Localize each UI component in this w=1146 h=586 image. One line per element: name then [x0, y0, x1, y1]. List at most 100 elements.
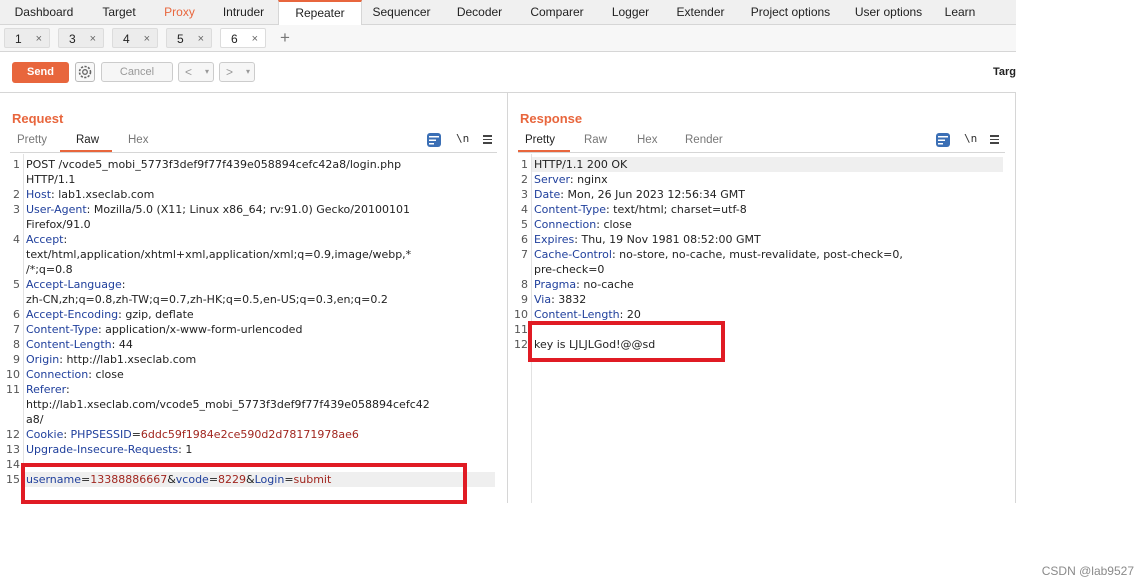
- menu-tab-decoder[interactable]: Decoder: [443, 0, 516, 24]
- header-name: Cache-Control: [534, 248, 612, 261]
- settings-gear-icon[interactable]: [75, 62, 95, 82]
- close-tab-icon[interactable]: ×: [90, 29, 96, 49]
- response-tab-render[interactable]: Render: [685, 134, 723, 146]
- close-tab-icon[interactable]: ×: [36, 29, 42, 49]
- text-segment: : http://lab1.xseclab.com: [59, 353, 197, 366]
- line-number: 10: [6, 368, 20, 381]
- tab-divider: [10, 152, 497, 153]
- header-name: Accept: [26, 233, 64, 246]
- editor-line: 13 Upgrade-Insecure-Requests: 1: [0, 442, 507, 457]
- menu-tab-extender[interactable]: Extender: [663, 0, 738, 24]
- request-tab-raw[interactable]: Raw: [76, 134, 99, 146]
- editor-line: 9 Origin: http://lab1.xseclab.com: [0, 352, 507, 367]
- add-tab-button[interactable]: +: [280, 29, 290, 47]
- response-title: Response: [520, 111, 583, 126]
- repeater-tab-3[interactable]: 3 ×: [58, 28, 104, 48]
- header-name: Accept-Language: [26, 278, 122, 291]
- request-tab-pretty[interactable]: Pretty: [17, 134, 47, 146]
- repeater-tab-1[interactable]: 1 ×: [4, 28, 50, 48]
- line-number: 13: [6, 443, 20, 456]
- menu-tab-target[interactable]: Target: [88, 0, 150, 24]
- response-tab-raw[interactable]: Raw: [584, 134, 607, 146]
- menu-icon[interactable]: [990, 135, 999, 144]
- menu-icon[interactable]: [483, 135, 492, 144]
- wrap-lines-icon[interactable]: [936, 133, 950, 147]
- menu-tab-project-options[interactable]: Project options: [738, 0, 843, 24]
- burp-window: Dashboard Target Proxy Intruder Repeater Sequ…: [0, 0, 1016, 503]
- text-segment: : text/html; charset=utf-8: [605, 203, 747, 216]
- line-number: 10: [514, 308, 528, 321]
- editor-line: 6 Accept-Encoding: gzip, deflate: [0, 307, 507, 322]
- header-name: PHPSESSID: [70, 428, 132, 441]
- close-tab-icon[interactable]: ×: [252, 29, 258, 49]
- line-number: 5: [521, 218, 528, 231]
- menu-tab-proxy[interactable]: Proxy: [150, 0, 209, 24]
- line-number: 8: [13, 338, 20, 351]
- menu-tab-intruder[interactable]: Intruder: [209, 0, 278, 24]
- repeater-tab-5[interactable]: 5 ×: [166, 28, 212, 48]
- line-text: Content-Type: application/x-www-form-url…: [26, 322, 302, 337]
- response-tab-pretty[interactable]: Pretty: [525, 134, 555, 146]
- close-tab-icon[interactable]: ×: [144, 29, 150, 49]
- active-tab-indicator: [518, 150, 570, 152]
- editor-line: 1 POST /vcode5_mobi_5773f3def9f77f439e058…: [0, 157, 507, 172]
- header-name: Referer: [26, 383, 66, 396]
- text-segment: HTTP/1.1: [26, 173, 76, 186]
- menu-tab-dashboard[interactable]: Dashboard: [0, 0, 88, 24]
- line-text: Origin: http://lab1.xseclab.com: [26, 352, 196, 367]
- close-tab-icon[interactable]: ×: [198, 29, 204, 49]
- repeater-tab-4[interactable]: 4 ×: [112, 28, 158, 48]
- line-text: Content-Length: 20: [534, 307, 641, 322]
- target-label[interactable]: Targ: [993, 66, 1016, 78]
- menu-tab-repeater[interactable]: Repeater: [278, 0, 362, 25]
- text-segment: : lab1.xseclab.com: [51, 188, 155, 201]
- back-button[interactable]: < ▾: [178, 62, 214, 82]
- editor-line: 3 Date: Mon, 26 Jun 2023 12:56:34 GMT: [508, 187, 1015, 202]
- editor-line: 10 Content-Length: 20: [508, 307, 1015, 322]
- line-text: Pragma: no-cache: [534, 277, 634, 292]
- editor-line: 8 Content-Length: 44: [0, 337, 507, 352]
- line-number: 5: [13, 278, 20, 291]
- chevron-left-icon: <: [185, 65, 193, 79]
- show-newlines-toggle[interactable]: \n: [456, 132, 469, 145]
- line-text: Via: 3832: [534, 292, 586, 307]
- header-name: Content-Length: [534, 308, 620, 321]
- annotation-box-response-key: [528, 321, 725, 362]
- show-newlines-toggle[interactable]: \n: [964, 132, 977, 145]
- menu-tab-learn[interactable]: Learn: [934, 0, 986, 24]
- editor-line: a8/: [0, 412, 507, 427]
- line-text: Accept-Language:: [26, 277, 125, 292]
- line-text: Connection: close: [26, 367, 124, 382]
- wrap-lines-icon[interactable]: [427, 133, 441, 147]
- menu-tab-user-options[interactable]: User options: [843, 0, 934, 24]
- line-number: 15: [6, 473, 20, 486]
- editor-line: 7 Cache-Control: no-store, no-cache, must…: [508, 247, 1015, 262]
- repeater-tab-label: 5: [177, 32, 184, 46]
- dropdown-arrow-icon: ▾: [204, 67, 209, 76]
- request-editor[interactable]: 1 POST /vcode5_mobi_5773f3def9f77f439e058…: [0, 154, 507, 503]
- line-number: 6: [13, 308, 20, 321]
- send-button[interactable]: Send: [12, 62, 69, 83]
- text-segment: : nginx: [569, 173, 608, 186]
- text-segment: : gzip, deflate: [118, 308, 194, 321]
- text-segment: /*;q=0.8: [26, 263, 73, 276]
- request-title: Request: [12, 111, 64, 126]
- header-name: Via: [534, 293, 552, 306]
- line-number: 2: [521, 173, 528, 186]
- request-tab-hex[interactable]: Hex: [128, 134, 148, 146]
- text-segment: text/html,application/xhtml+xml,applicat…: [26, 248, 412, 261]
- cancel-button[interactable]: Cancel: [101, 62, 173, 82]
- text-segment: : 3832: [551, 293, 587, 306]
- menu-tab-sequencer[interactable]: Sequencer: [360, 0, 443, 24]
- menu-tab-comparer[interactable]: Comparer: [516, 0, 598, 24]
- editor-line: 4 Content-Type: text/html; charset=utf-8: [508, 202, 1015, 217]
- editor-line: Firefox/91.0: [0, 217, 507, 232]
- forward-button[interactable]: > ▾: [219, 62, 255, 82]
- text-segment: HTTP/1.1 200 OK: [534, 158, 628, 171]
- response-tab-hex[interactable]: Hex: [637, 134, 657, 146]
- repeater-tab-6[interactable]: 6 ×: [220, 28, 266, 48]
- header-name: Content-Type: [534, 203, 606, 216]
- menu-tab-logger[interactable]: Logger: [598, 0, 663, 24]
- editor-line: /*;q=0.8: [0, 262, 507, 277]
- text-segment: :: [63, 233, 68, 246]
